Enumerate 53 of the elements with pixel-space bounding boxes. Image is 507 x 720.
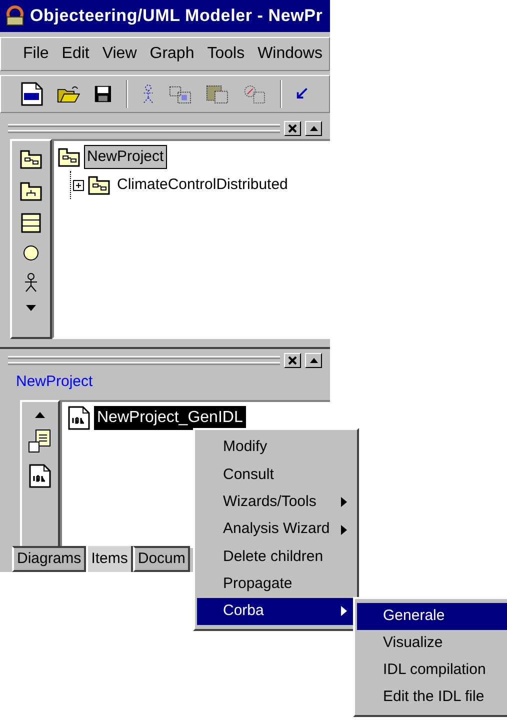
- idl-file-icon: [68, 406, 90, 430]
- circle-icon[interactable]: [23, 245, 39, 261]
- note-icon[interactable]: [28, 428, 52, 454]
- save-icon[interactable]: [94, 84, 112, 104]
- menu-option[interactable]: Consult: [197, 461, 355, 489]
- triangle-up-icon[interactable]: [35, 412, 45, 418]
- close-icon: [288, 356, 297, 364]
- menu-item[interactable]: Windows: [258, 42, 322, 66]
- menu-option[interactable]: Delete children: [197, 543, 355, 570]
- triangle-up-icon: [310, 358, 318, 362]
- close-button[interactable]: [284, 352, 301, 368]
- menu-option[interactable]: Corba: [197, 598, 355, 626]
- tab[interactable]: Items: [86, 546, 133, 572]
- open-folder-icon[interactable]: [57, 84, 80, 104]
- window-title: Objecteering/UML Modeler - NewPr: [30, 5, 323, 28]
- tree-item[interactable]: NewProject: [84, 144, 167, 170]
- menu-option[interactable]: Wizards/Tools: [197, 488, 355, 516]
- submenu-arrow-icon: [341, 497, 347, 508]
- panel-title: NewProject: [15, 372, 94, 392]
- expand-icon[interactable]: [73, 180, 84, 190]
- menu-option[interactable]: Analysis Wizard: [197, 516, 355, 544]
- menu-option[interactable]: Edit the IDL file: [357, 684, 507, 711]
- idl-file-icon: [29, 464, 51, 488]
- menu-option[interactable]: IDL compilation: [357, 657, 507, 684]
- menu-option[interactable]: Generale: [357, 603, 507, 630]
- menu-item[interactable]: File: [23, 42, 49, 66]
- stick-figure-icon[interactable]: [142, 83, 155, 105]
- class-icon[interactable]: [21, 213, 41, 233]
- menu-option[interactable]: Modify: [197, 434, 355, 462]
- package-icon: [20, 149, 42, 169]
- menu-option[interactable]: Visualize: [357, 630, 507, 657]
- maximize-button[interactable]: [305, 352, 322, 368]
- menu-item[interactable]: Graph: [150, 42, 194, 66]
- app-logo-icon: [4, 5, 26, 27]
- menu-item[interactable]: Edit: [62, 42, 90, 66]
- maximize-button[interactable]: [305, 120, 322, 136]
- submenu-arrow-icon: [341, 606, 347, 616]
- close-button[interactable]: [284, 120, 301, 136]
- package-icon: [58, 147, 80, 167]
- menu-item[interactable]: View: [102, 42, 137, 66]
- package-icon: [88, 175, 110, 195]
- close-icon: [288, 124, 297, 132]
- list-item[interactable]: NewProject_GenIDL: [94, 406, 246, 430]
- submenu-arrow-icon: [341, 524, 347, 535]
- tab[interactable]: Diagrams: [12, 546, 86, 572]
- menu-item[interactable]: Tools: [207, 42, 245, 66]
- package-hierarchy-icon: [20, 181, 42, 201]
- triangle-down-icon[interactable]: [26, 305, 36, 311]
- tree-item[interactable]: ClimateControlDistributed: [114, 172, 291, 198]
- menu-option[interactable]: Propagate: [197, 570, 355, 598]
- actor-icon[interactable]: [24, 273, 38, 293]
- tab[interactable]: Docum: [132, 546, 190, 572]
- triangle-up-icon: [310, 126, 318, 130]
